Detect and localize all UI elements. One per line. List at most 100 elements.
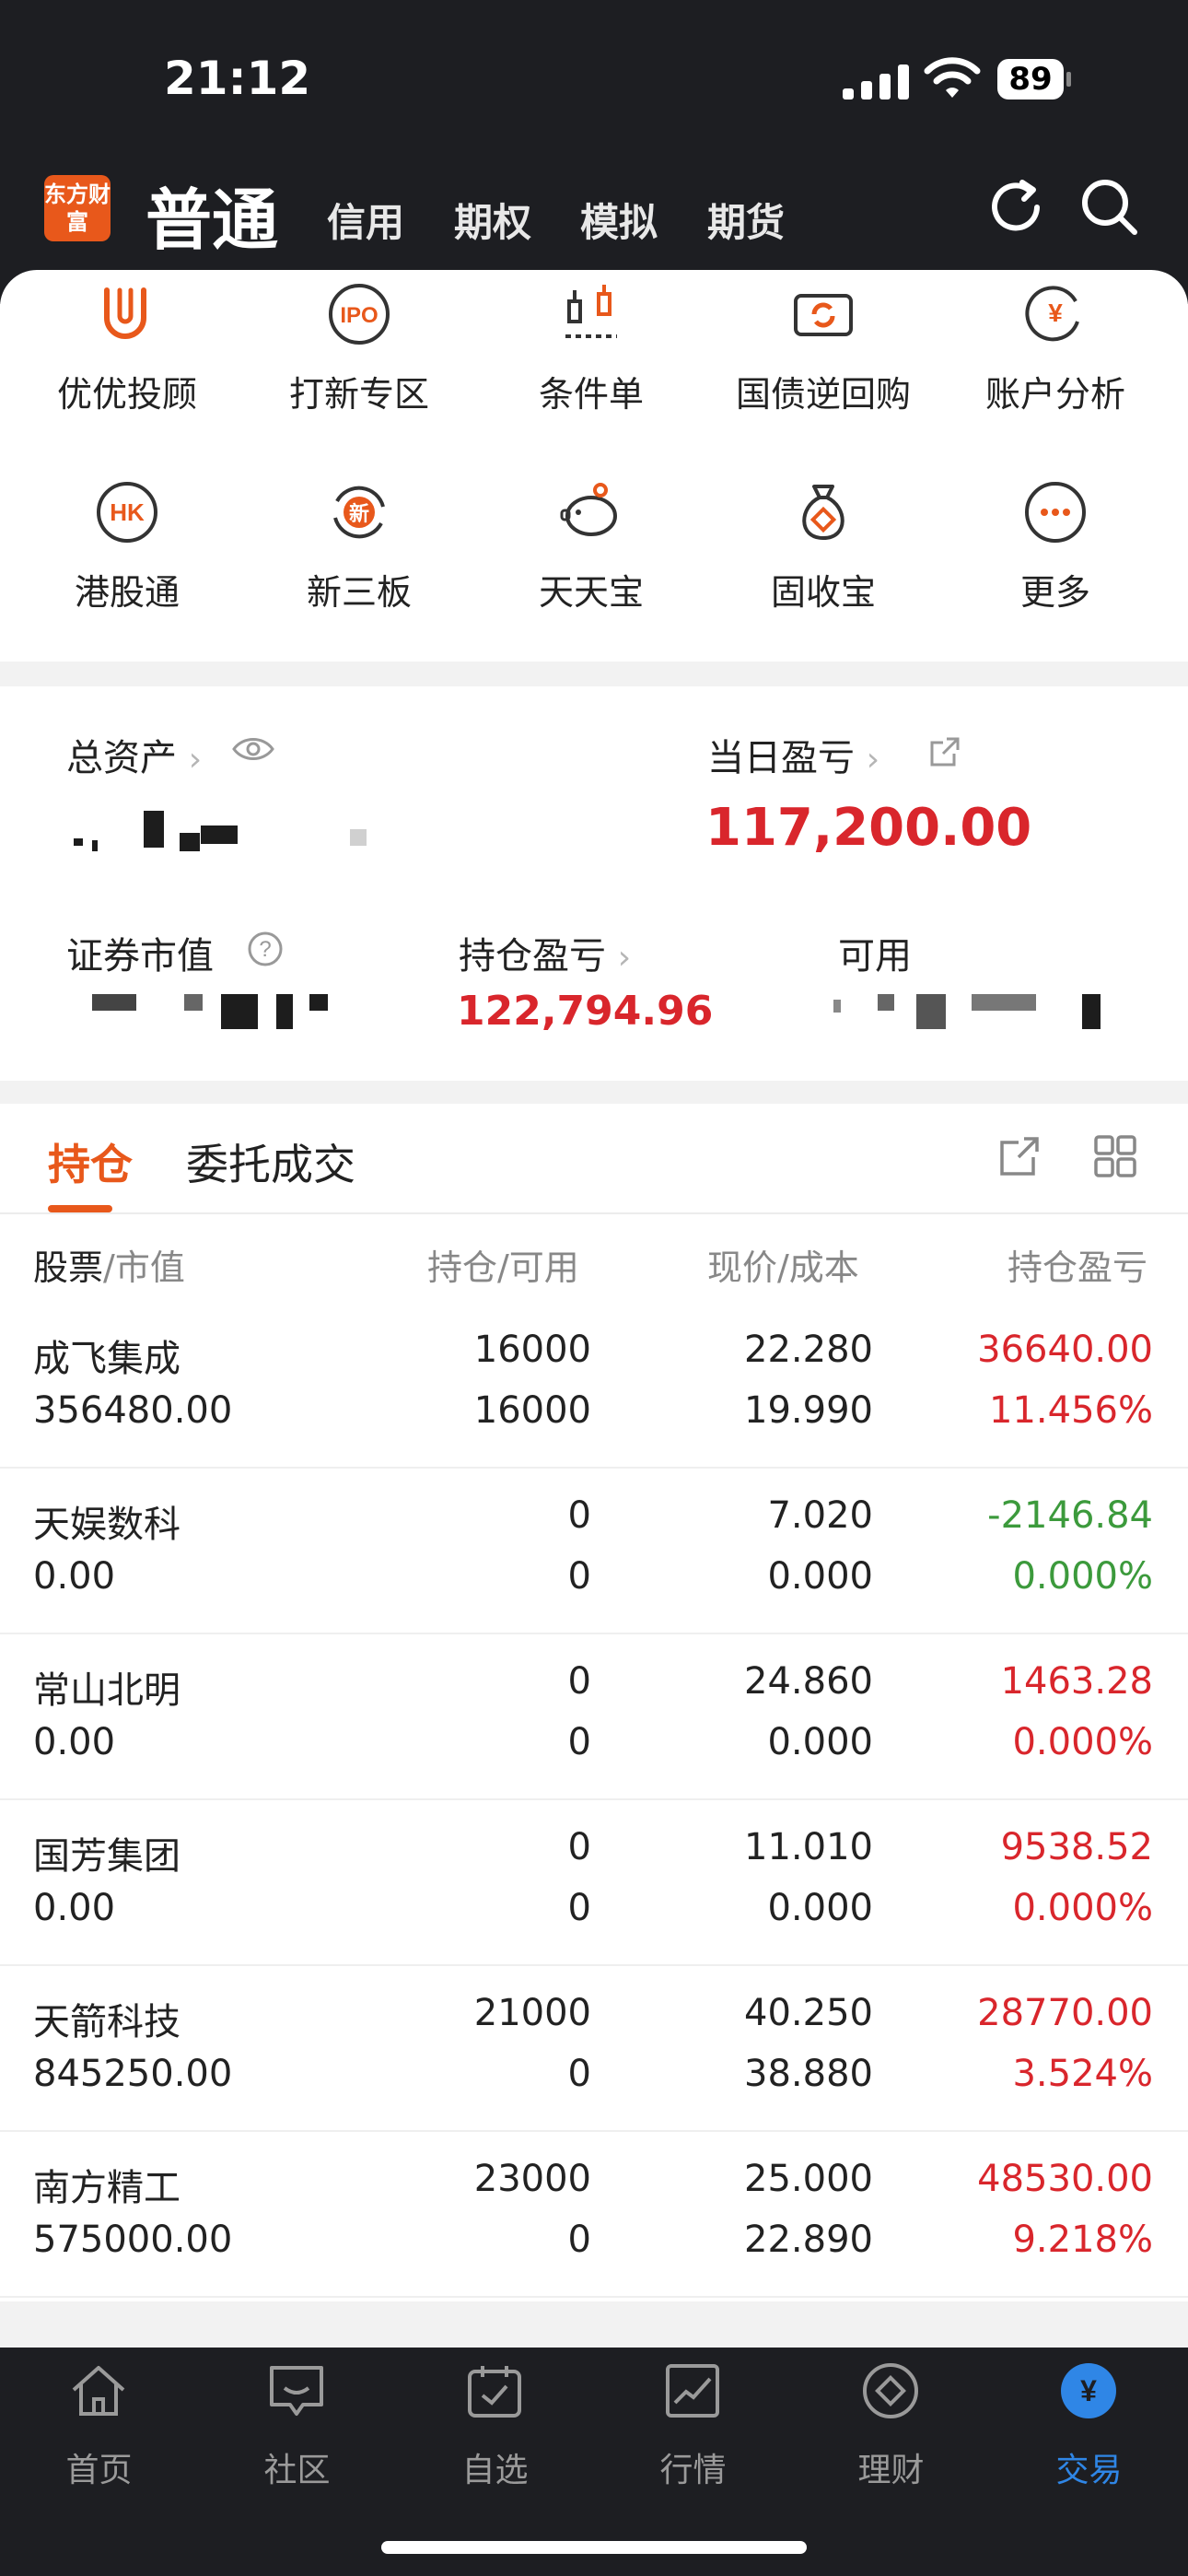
quick-item-tiantianbao[interactable]: 天天宝 [481,479,702,617]
hk-connect-icon: HK [97,482,157,543]
neeq-icon: 新 [333,486,385,539]
cost-price: 0.000 [767,1721,873,1763]
column-header-price[interactable]: 现价/成本 [707,1239,859,1290]
tab-normal-account[interactable]: 普通 [146,166,278,263]
tab-simulated[interactable]: 模拟 [580,192,658,248]
position-pl-text: 持仓盈亏 [459,935,606,978]
column-header-stock[interactable]: 股票/市值 [33,1239,185,1290]
chevron-right-icon: › [617,939,632,977]
quick-item-uu-advisor[interactable]: 优优投顾 [17,281,238,419]
position-pl-value: 122,794.96 [457,988,714,1035]
wealth-icon [863,2363,918,2418]
cellular-signal-icon [843,63,909,100]
svg-text:HK: HK [110,498,145,526]
current-price: 22.280 [744,1329,873,1371]
help-icon[interactable]: ? [247,931,284,967]
daily-pl-label[interactable]: 当日盈亏 › [707,728,879,781]
current-price: 7.020 [767,1494,873,1537]
quick-item-label: 打新专区 [288,374,429,415]
quick-item-bond-repo[interactable]: 国债逆回购 [713,281,934,419]
column-header-market-value-text: /市值 [103,1247,185,1288]
more-icon [1025,482,1086,543]
piggy-bank-icon [560,483,617,536]
stock-market-value: 356480.00 [33,1389,233,1432]
chevron-right-icon: › [866,741,880,779]
refresh-icon[interactable] [984,175,1048,240]
quick-item-account-analysis[interactable]: ¥ 账户分析 [945,281,1166,419]
svg-text:新: 新 [349,502,369,526]
tab-active-indicator [48,1205,112,1212]
quick-item-neeq[interactable]: 新 新三板 [249,479,470,617]
position-pl: 28770.00 [977,1992,1153,2034]
quick-item-label: 条件单 [538,374,644,415]
column-header-stock-text: 股票 [33,1247,104,1288]
stock-market-value: 0.00 [33,1887,116,1929]
tab-credit[interactable]: 信用 [327,192,404,248]
home-icon [72,2366,125,2416]
table-row[interactable]: 天娱数科 0.00 0 0 7.020 0.000 -2146.84 0.000% [0,1467,1188,1634]
quick-item-gushoubao[interactable]: 固收宝 [713,479,934,617]
cost-price: 38.880 [744,2053,873,2095]
quick-item-more[interactable]: 更多 [945,479,1166,617]
grid-view-icon[interactable] [1092,1133,1138,1179]
position-qty: 0 [567,1494,591,1537]
position-pl-pct: 3.524% [1012,2053,1153,2095]
quick-item-conditional-order[interactable]: 条件单 [481,281,702,419]
battery-level: 89 [1008,61,1053,98]
tab-orders-trades[interactable]: 委托成交 [186,1131,355,1192]
position-pl: -2146.84 [987,1494,1153,1537]
bond-repo-icon [794,294,853,336]
quick-item-label: 天天宝 [538,572,644,613]
nav-label: 首页 [65,2452,133,2489]
quick-item-label: 更多 [1019,572,1090,613]
search-icon[interactable] [1077,175,1142,240]
tab-futures[interactable]: 期货 [707,192,785,248]
account-analysis-icon: ¥ [1025,286,1079,342]
position-pl: 48530.00 [977,2158,1153,2200]
quick-item-label: 优优投顾 [56,374,197,415]
position-pl-pct: 11.456% [989,1389,1153,1432]
app-logo[interactable]: 东方财富 [44,175,111,241]
position-pl: 1463.28 [1000,1660,1153,1703]
column-header-pl[interactable]: 持仓盈亏 [1007,1239,1155,1290]
position-pl-label[interactable]: 持仓盈亏 › [459,926,631,979]
position-qty: 21000 [473,1992,591,2034]
svg-text:¥: ¥ [1048,299,1063,327]
position-qty: 0 [567,1826,591,1868]
chevron-right-icon: › [188,741,203,779]
svg-text:IPO: IPO [340,303,378,328]
total-assets-label[interactable]: 总资产 › [66,728,202,781]
community-icon [270,2366,323,2416]
tab-positions[interactable]: 持仓 [48,1131,133,1192]
eye-icon[interactable] [230,733,276,765]
position-qty: 23000 [473,2158,591,2200]
available-label: 可用 [838,935,912,978]
battery-icon: 89 [997,59,1071,100]
current-price: 40.250 [744,1992,873,2034]
position-pl: 36640.00 [977,1329,1153,1371]
stock-name: 成飞集成 [33,1338,181,1380]
total-assets-text: 总资产 [66,737,177,779]
available-qty: 0 [567,1721,591,1763]
quick-item-hk-connect[interactable]: HK 港股通 [17,479,238,617]
tab-options[interactable]: 期权 [454,192,531,248]
table-row[interactable]: 南方精工 575000.00 23000 0 25.000 22.890 48530.00 9… [0,2130,1188,2298]
ipo-icon: IPO [329,284,390,345]
nav-label: 理财 [857,2452,925,2489]
share-external-icon[interactable] [928,735,961,768]
table-row[interactable]: 常山北明 0.00 0 0 24.860 0.000 1463.28 0.000% [0,1633,1188,1800]
stock-name: 南方精工 [33,2167,181,2209]
table-row[interactable]: 国芳集团 0.00 0 0 11.010 0.000 9538.52 0.000% [0,1798,1188,1966]
stock-name: 天娱数科 [33,1504,181,1546]
export-icon[interactable] [996,1133,1042,1179]
quick-item-ipo[interactable]: IPO 打新专区 [249,281,470,419]
table-row[interactable]: 天箭科技 845250.00 21000 0 40.250 38.880 28770.00 3… [0,1964,1188,2132]
nav-label: 交易 [1055,2452,1123,2489]
quick-item-label: 账户分析 [984,374,1125,415]
cost-price: 22.890 [744,2219,873,2261]
column-header-position[interactable]: 持仓/可用 [427,1239,579,1290]
position-qty: 0 [567,1660,591,1703]
quick-item-label: 港股通 [74,572,180,613]
table-row[interactable]: 成飞集成 356480.00 16000 16000 22.280 19.990 36640… [0,1301,1188,1469]
home-indicator [381,2541,807,2554]
